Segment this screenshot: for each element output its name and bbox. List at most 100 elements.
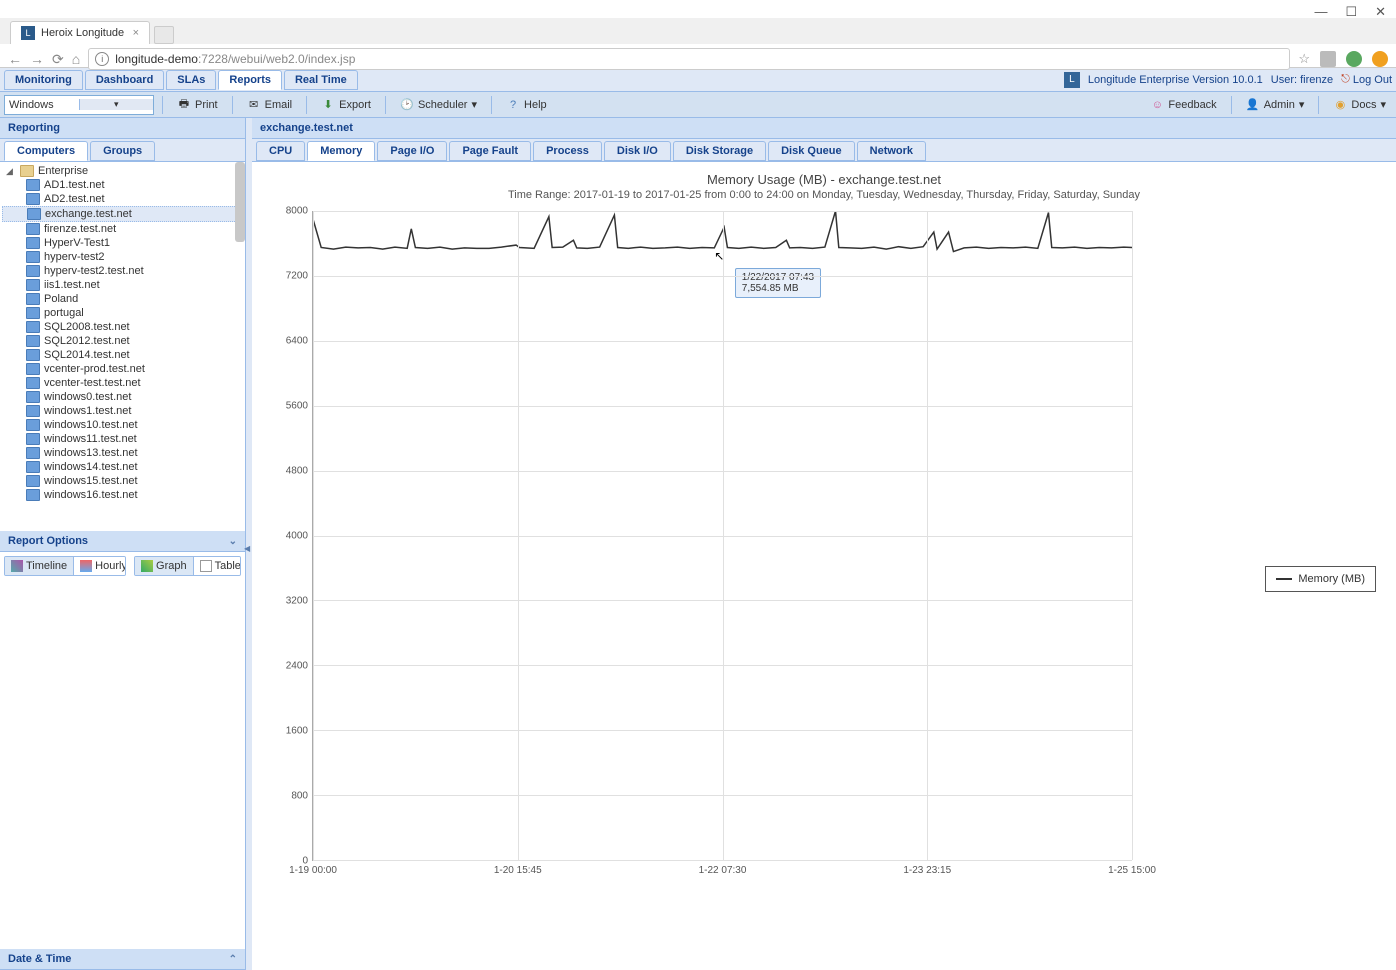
date-time-header[interactable]: Date & Time ⌃ (0, 949, 245, 970)
app-nav-bar: MonitoringDashboardSLAsReportsReal Time … (0, 68, 1396, 92)
docs-menu[interactable]: ◉Docs ▾ (1327, 96, 1392, 114)
x-tick-label: 1-19 00:00 (289, 865, 337, 876)
url-text: longitude-demo:7228/webui/web2.0/index.j… (115, 52, 355, 66)
computer-icon (26, 405, 40, 417)
table-button[interactable]: Table (193, 557, 241, 575)
tree-node[interactable]: SQL2012.test.net (2, 334, 243, 348)
help-button[interactable]: ?Help (500, 96, 553, 114)
chart-tab-memory[interactable]: Memory (307, 141, 375, 161)
computer-tree[interactable]: ◢EnterpriseAD1.test.netAD2.test.netexcha… (0, 162, 245, 531)
content-header: exchange.test.net (252, 118, 1396, 139)
platform-select[interactable]: Windows ▾ (4, 95, 154, 115)
nav-tab-monitoring[interactable]: Monitoring (4, 70, 83, 90)
nav-home-icon[interactable]: ⌂ (72, 51, 80, 67)
logout-button[interactable]: ⎋ Log Out (1341, 73, 1392, 86)
tree-node[interactable]: SQL2008.test.net (2, 320, 243, 334)
chart-tab-cpu[interactable]: CPU (256, 141, 305, 161)
tree-node[interactable]: iis1.test.net (2, 278, 243, 292)
hourly-button[interactable]: Hourly (73, 557, 126, 575)
expand-icon[interactable]: ⌃ (229, 954, 237, 965)
window-maximize-icon[interactable]: ☐ (1345, 4, 1357, 14)
window-minimize-icon[interactable]: — (1314, 4, 1327, 14)
chart-tab-process[interactable]: Process (533, 141, 602, 161)
print-button[interactable]: 🖶Print (171, 96, 224, 114)
url-bar[interactable]: i longitude-demo:7228/webui/web2.0/index… (88, 48, 1290, 70)
graph-button[interactable]: Graph (135, 557, 193, 575)
tree-node[interactable]: hyperv-test2 (2, 250, 243, 264)
tree-node[interactable]: vcenter-prod.test.net (2, 362, 243, 376)
x-tick-label: 1-23 23:15 (903, 865, 951, 876)
admin-menu[interactable]: 👤Admin ▾ (1240, 96, 1311, 114)
version-label: Longitude Enterprise Version 10.0.1 (1088, 74, 1263, 86)
nav-tab-reports[interactable]: Reports (218, 70, 282, 90)
computer-icon (26, 419, 40, 431)
chart-tab-disk-storage[interactable]: Disk Storage (673, 141, 766, 161)
computer-icon (26, 447, 40, 459)
timeline-button[interactable]: Timeline (5, 557, 73, 575)
computer-icon (26, 349, 40, 361)
extension-icon[interactable] (1346, 51, 1362, 67)
nav-back-icon[interactable]: ← (8, 51, 22, 67)
site-info-icon[interactable]: i (95, 52, 109, 66)
tree-node[interactable]: hyperv-test2.test.net (2, 264, 243, 278)
help-icon: ? (506, 98, 520, 112)
nav-tab-real-time[interactable]: Real Time (284, 70, 358, 90)
chart-tab-page-i-o[interactable]: Page I/O (377, 141, 447, 161)
tree-node[interactable]: HyperV-Test1 (2, 236, 243, 250)
feedback-button[interactable]: ☺Feedback (1144, 96, 1222, 114)
tree-node[interactable]: AD2.test.net (2, 192, 243, 206)
tree-node[interactable]: windows16.test.net (2, 488, 243, 502)
sub-tab-groups[interactable]: Groups (90, 141, 155, 161)
tree-node[interactable]: firenze.test.net (2, 222, 243, 236)
tree-node[interactable]: windows10.test.net (2, 418, 243, 432)
new-tab-button[interactable] (154, 26, 174, 44)
nav-tab-dashboard[interactable]: Dashboard (85, 70, 164, 90)
nav-tab-slas[interactable]: SLAs (166, 70, 216, 90)
chart-tab-network[interactable]: Network (857, 141, 926, 161)
extension-icon[interactable] (1372, 51, 1388, 67)
export-button[interactable]: ⬇Export (315, 96, 377, 114)
chart-tab-page-fault[interactable]: Page Fault (449, 141, 531, 161)
chart-tab-disk-queue[interactable]: Disk Queue (768, 141, 855, 161)
browser-tab[interactable]: L Heroix Longitude × (10, 21, 150, 44)
computer-icon (26, 391, 40, 403)
nav-forward-icon[interactable]: → (30, 51, 44, 67)
tab-close-icon[interactable]: × (133, 27, 139, 39)
tree-node[interactable]: AD1.test.net (2, 178, 243, 192)
y-tick-label: 1600 (286, 726, 308, 737)
tree-node[interactable]: vcenter-test.test.net (2, 376, 243, 390)
tree-node[interactable]: windows11.test.net (2, 432, 243, 446)
window-close-icon[interactable]: ✕ (1375, 4, 1386, 14)
tree-node[interactable]: exchange.test.net (2, 206, 243, 222)
view-mode-toggle: Timeline Hourly (4, 556, 126, 576)
chart-tab-disk-i-o[interactable]: Disk I/O (604, 141, 671, 161)
tree-node[interactable]: Poland (2, 292, 243, 306)
email-button[interactable]: ✉Email (241, 96, 299, 114)
tree-node[interactable]: windows15.test.net (2, 474, 243, 488)
sub-tab-computers[interactable]: Computers (4, 141, 88, 161)
tree-node[interactable]: SQL2014.test.net (2, 348, 243, 362)
scheduler-button[interactable]: 🕑Scheduler ▾ (394, 96, 483, 114)
tree-node[interactable]: windows13.test.net (2, 446, 243, 460)
chevron-down-icon[interactable]: ▾ (79, 99, 154, 110)
chart-plot[interactable]: 1/22/2017 07:43 7,554.85 MB ↖ 1-19 00:00… (312, 211, 1132, 861)
collapse-icon[interactable]: ⌄ (229, 536, 237, 547)
tree-node[interactable]: windows14.test.net (2, 460, 243, 474)
computer-icon (26, 307, 40, 319)
tree-root[interactable]: ◢Enterprise (2, 164, 243, 178)
grid-line (927, 211, 928, 860)
y-tick-label: 5600 (286, 401, 308, 412)
nav-reload-icon[interactable]: ⟳ (52, 51, 64, 68)
bookmark-star-icon[interactable]: ☆ (1298, 51, 1310, 67)
tree-node[interactable]: windows1.test.net (2, 404, 243, 418)
chevron-down-icon: ▾ (1380, 98, 1386, 111)
feedback-icon: ☺ (1150, 98, 1164, 112)
report-options-header[interactable]: Report Options ⌄ (0, 531, 245, 552)
tree-toggle-icon[interactable]: ◢ (6, 166, 16, 177)
tree-node[interactable]: windows0.test.net (2, 390, 243, 404)
scrollbar-thumb[interactable] (235, 162, 245, 242)
tree-node[interactable]: portugal (2, 306, 243, 320)
computer-icon (26, 363, 40, 375)
extension-icon[interactable] (1320, 51, 1336, 67)
hourly-icon (80, 560, 92, 572)
